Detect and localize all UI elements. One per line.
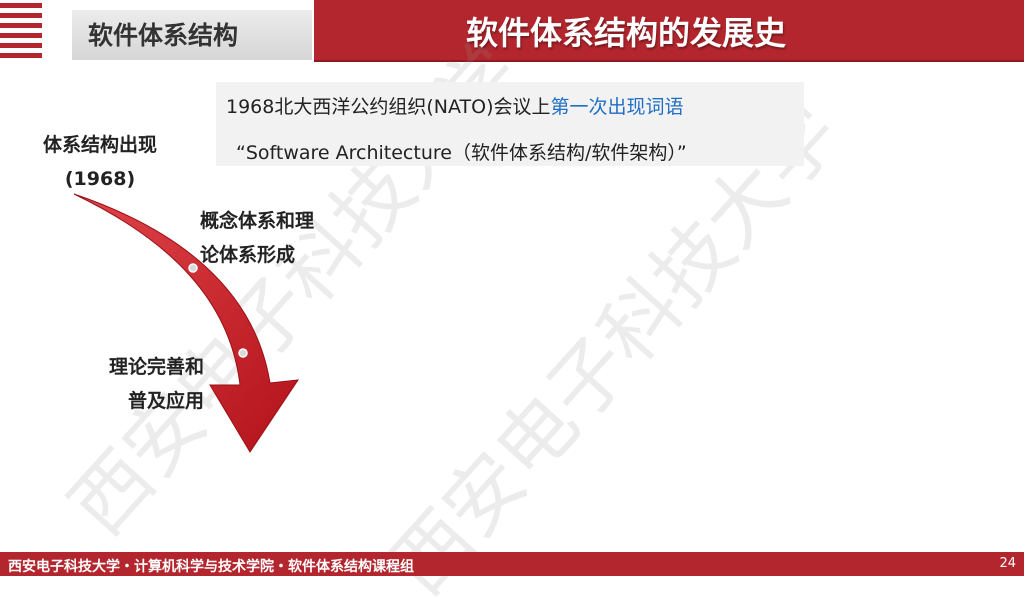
stage-2-line-1: 概念体系和理 (200, 210, 315, 232)
slide-title: 软件体系结构的发展史 (466, 14, 787, 52)
info-line-1-highlight: 第一次出现词语 (550, 96, 684, 118)
stage-2-label: 概念体系和理 论体系形成 (200, 204, 314, 272)
info-line-1-text: 1968北大西洋公约组织(NATO)会议上 (226, 96, 551, 118)
stage-1-year: (1968) (64, 168, 136, 190)
stage-1-label: 体系结构出现 (1968) (24, 128, 176, 196)
stage-2-line-2: 论体系形成 (200, 244, 296, 266)
stage-3-line-1: 理论完善和 (108, 356, 204, 378)
stage-marker (188, 263, 198, 273)
stripes-icon (0, 0, 42, 60)
stage-3-label: 理论完善和 普及应用 (76, 350, 204, 418)
info-line-1: 1968北大西洋公约组织(NATO)会议上第一次出现词语 (226, 92, 684, 119)
info-line-2: “Software Architecture（软件体系结构/软件架构）” (236, 142, 687, 164)
section-title: 软件体系结构 (88, 21, 239, 50)
stage-1-title: 体系结构出现 (42, 134, 157, 156)
footer-text: 西安电子科技大学・计算机科学与技术学院・软件体系结构课程组 (8, 559, 414, 575)
page-number: 24 (999, 556, 1016, 571)
stage-3-line-2: 普及应用 (127, 390, 204, 412)
stage-marker (238, 348, 248, 358)
